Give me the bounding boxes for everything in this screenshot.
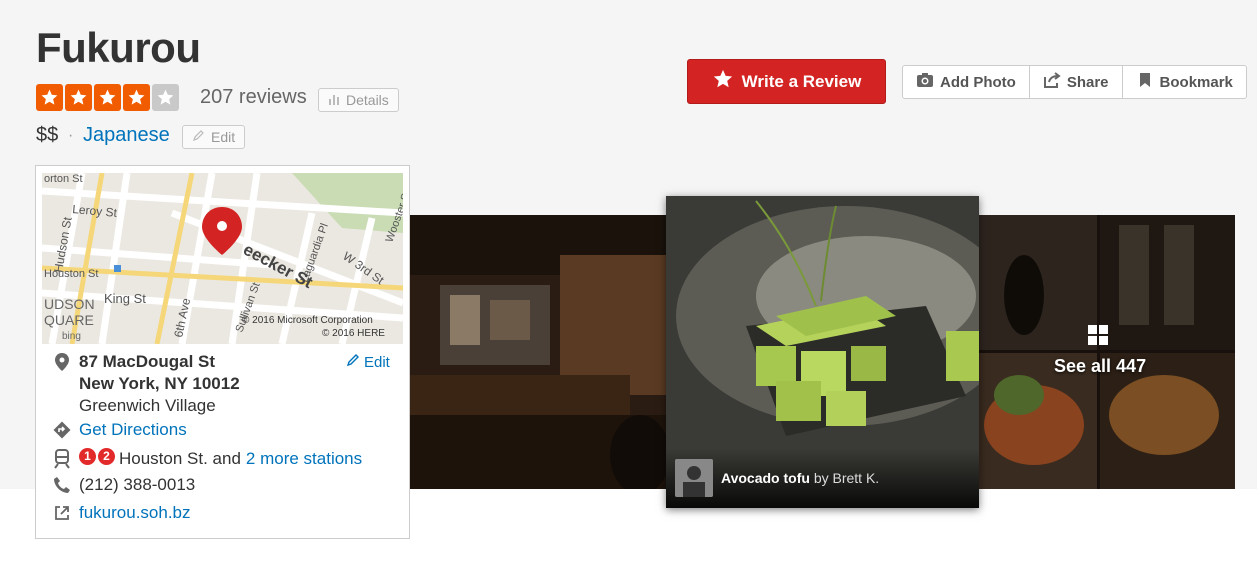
photo-grid[interactable] xyxy=(979,215,1235,489)
map-label-udson: UDSON xyxy=(44,296,95,312)
pencil-icon xyxy=(346,353,360,371)
map-label-orton: orton St xyxy=(44,173,83,185)
directions-icon xyxy=(51,419,73,441)
star-icon xyxy=(123,84,150,111)
price-range: $$ xyxy=(36,124,59,146)
star-icon xyxy=(94,84,121,111)
write-review-button[interactable]: Write a Review xyxy=(687,59,886,104)
category-link[interactable]: Japanese xyxy=(83,124,170,147)
train-icon xyxy=(51,448,73,470)
location-card: orton St Leroy St Hudson St Houston St K… xyxy=(35,165,410,539)
add-photo-label: Add Photo xyxy=(940,73,1016,91)
website-row: fukurou.soh.bz xyxy=(51,502,191,524)
add-photo-button[interactable]: Add Photo xyxy=(903,66,1030,98)
star-icon xyxy=(65,84,92,111)
photo-author[interactable]: by Brett K. xyxy=(814,470,879,486)
share-label: Share xyxy=(1066,73,1109,91)
details-button[interactable]: Details xyxy=(318,88,399,112)
transit-line-badge: 2 xyxy=(98,448,115,465)
address-row: 87 MacDougal St New York, NY 10012 Green… xyxy=(51,351,240,417)
photo-title[interactable]: Avocado tofu xyxy=(721,470,810,486)
map-attribution-here: © 2016 HERE xyxy=(322,328,385,339)
external-link-icon xyxy=(51,502,73,524)
map-label-houston: Houston St xyxy=(44,268,98,280)
transit-station: Houston St. and xyxy=(119,449,241,468)
featured-photo[interactable]: Avocado tofu by Brett K. xyxy=(666,196,979,508)
map-label-quare: QUARE xyxy=(44,312,94,328)
share-button[interactable]: Share xyxy=(1030,66,1123,98)
address-line2: New York, NY 10012 xyxy=(79,374,240,393)
map-attribution-microsoft: © 2016 Microsoft Corporation xyxy=(242,315,373,326)
phone-row: (212) 388-0013 xyxy=(51,474,195,496)
review-count[interactable]: 207 reviews xyxy=(200,86,307,109)
map-label-king: King St xyxy=(104,291,146,306)
camera-icon xyxy=(916,71,934,93)
pencil-icon xyxy=(192,129,205,145)
bookmark-icon xyxy=(1136,71,1154,93)
get-directions-link[interactable]: Get Directions xyxy=(79,419,187,441)
edit-address-label: Edit xyxy=(364,353,390,371)
write-review-label: Write a Review xyxy=(741,71,862,91)
website-link[interactable]: fukurou.soh.bz xyxy=(79,502,191,524)
edit-label: Edit xyxy=(211,129,236,145)
bar-chart-icon xyxy=(328,92,340,108)
separator-dot: · xyxy=(68,127,74,144)
action-button-group: Add Photo Share Bookmark xyxy=(902,65,1247,99)
transit-line-badge: 1 xyxy=(79,448,96,465)
directions-row: Get Directions xyxy=(51,419,187,441)
address-line1: 87 MacDougal St xyxy=(79,352,216,371)
avatar[interactable] xyxy=(675,459,713,497)
photo-restaurant-interior[interactable] xyxy=(410,215,667,489)
map-view[interactable]: orton St Leroy St Hudson St Houston St K… xyxy=(42,173,403,344)
star-icon xyxy=(36,84,63,111)
grid-icon xyxy=(1087,324,1109,351)
star-icon xyxy=(152,84,179,111)
star-icon xyxy=(712,68,734,95)
edit-category-button[interactable]: Edit xyxy=(182,125,246,149)
star-rating xyxy=(36,84,179,111)
featured-photo-caption: Avocado tofu by Brett K. xyxy=(666,448,979,508)
map-attribution-bing: bing xyxy=(62,331,81,342)
share-icon xyxy=(1043,71,1061,93)
transit-row: 1 2 Houston St. and 2 more stations xyxy=(51,448,362,470)
phone-icon xyxy=(51,474,73,496)
edit-address-link[interactable]: Edit xyxy=(346,353,390,371)
neighborhood: Greenwich Village xyxy=(79,396,216,415)
more-stations-link[interactable]: 2 more stations xyxy=(246,448,362,470)
bookmark-button[interactable]: Bookmark xyxy=(1123,66,1246,98)
see-all-photos-link[interactable]: See all 447 xyxy=(1054,356,1146,377)
bookmark-label: Bookmark xyxy=(1159,73,1233,91)
details-label: Details xyxy=(346,92,389,108)
phone-number: (212) 388-0013 xyxy=(79,475,196,494)
map-pin-icon xyxy=(51,351,73,373)
business-name: Fukurou xyxy=(36,24,201,71)
